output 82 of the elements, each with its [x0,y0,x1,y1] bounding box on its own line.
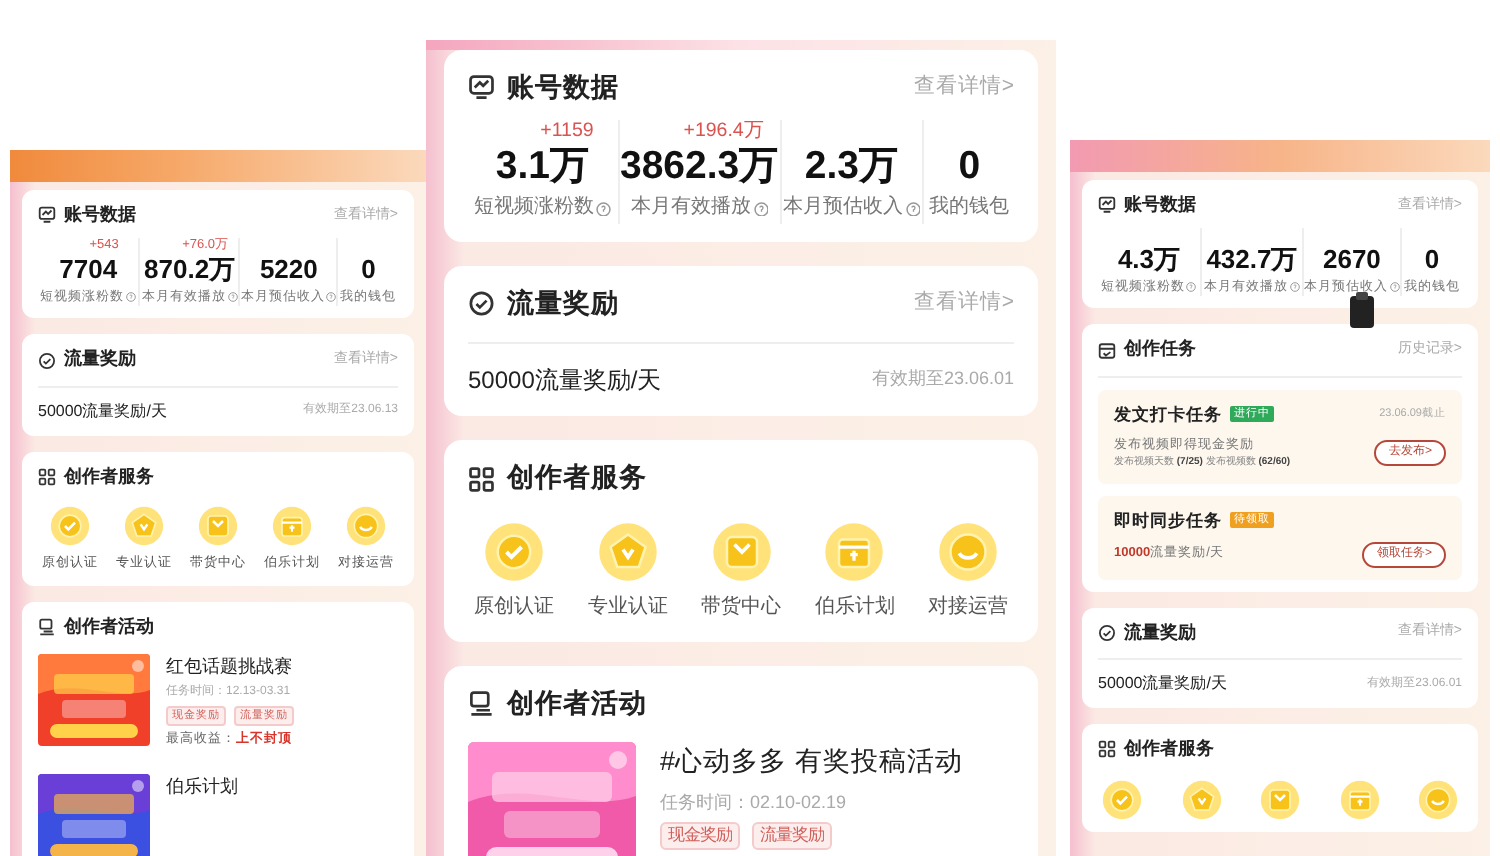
chart-icon [38,206,56,225]
task-icon [1098,341,1116,359]
section-title: 账号数据 [507,69,619,105]
help-icon[interactable] [753,201,769,217]
section-title: 流量奖励 [1124,619,1196,645]
activity-tag: 流量奖励 [752,822,832,851]
stat-value: 3.1万 [495,143,591,189]
help-icon[interactable] [126,291,137,302]
stat-value: 2670 [1322,243,1381,273]
help-icon[interactable] [1289,281,1300,292]
section-title: 流量奖励 [64,346,136,373]
pentagon-badge-icon[interactable] [597,522,658,583]
task-title: 即时同步任务 [1114,507,1222,533]
section-title: 账号数据 [1124,192,1196,218]
check-circle-icon [1098,623,1116,642]
help-icon[interactable] [905,201,921,217]
stat-delta: +1159 [538,119,594,144]
stat-value: 0 [958,143,981,189]
stat-label: 我的钱包 [929,194,1010,223]
stat-value: 432.7万 [1206,243,1298,273]
stat-value: 870.2万 [144,253,236,283]
smile-badge-icon[interactable] [1418,779,1458,819]
check-badge-icon[interactable] [1102,779,1142,819]
check-circle-icon [468,290,495,318]
box-icon[interactable] [1339,779,1379,819]
service-label[interactable]: 带货中心 [701,594,781,624]
section-title: 创作者服务 [1124,736,1214,762]
check-circle-icon [38,351,56,369]
stat-value: 0 [361,253,376,283]
activity-tag: 现金奖励 [660,822,740,851]
chart-icon [1098,196,1116,215]
task-title: 发文打卡任务 [1114,401,1222,427]
reward-text: 50000流量奖励/天 [1098,672,1227,696]
grid-icon [38,468,56,486]
grid-icon [1098,740,1116,759]
service-label[interactable]: 对接运营 [928,594,1008,624]
pentagon-badge-icon[interactable] [124,506,164,547]
bag-icon[interactable] [711,522,771,583]
help-icon[interactable] [326,291,337,302]
box-icon[interactable] [824,522,885,583]
stat-value: 3862.3万 [619,143,780,189]
section-title: 创作者活动 [507,686,647,722]
stat-value: 2.3万 [804,143,900,189]
grid-icon [468,465,495,492]
box-icon[interactable] [272,506,312,547]
check-badge-icon[interactable] [484,522,544,583]
check-badge-icon[interactable] [50,506,90,547]
reward-text: 50000流量奖励/天 [468,364,662,399]
stat-value: 4.3万 [1117,243,1181,273]
stat-value: 0 [1424,243,1440,273]
smile-badge-icon[interactable] [346,506,386,547]
bag-icon[interactable] [198,506,238,547]
section-title: 创作者服务 [507,460,647,497]
activity-title[interactable]: 红包话题挑战赛 [166,653,294,680]
stat-label: 本月有效播放 [630,194,751,223]
stat-value: 5220 [259,253,318,283]
clipboard-icon [1350,292,1374,328]
section-title: 创作者服务 [64,463,154,490]
stat-label: 本月预估收入 [782,194,903,223]
stat-label: 短视频涨粉数 [473,194,594,223]
help-icon[interactable] [596,201,612,217]
stat-delta: +196.4万 [681,119,764,144]
section-title: 账号数据 [64,202,136,228]
service-label[interactable]: 原创认证 [474,594,554,624]
bag-icon[interactable] [1260,779,1300,819]
activity-title[interactable]: 伯乐计划 [166,774,238,801]
service-label[interactable]: 专业认证 [587,594,668,624]
reward-text: 50000流量奖励/天 [38,399,167,424]
chart-icon [468,73,495,101]
smile-badge-icon[interactable] [938,522,998,583]
pentagon-badge-icon[interactable] [1181,779,1221,819]
help-icon[interactable] [1389,281,1400,292]
service-label[interactable]: 伯乐计划 [814,594,895,624]
stat-value: 7704 [59,253,118,283]
section-title: 创作者活动 [64,614,154,640]
activity-time: 任务时间：02.10-02.19 [660,789,849,815]
section-title: 流量奖励 [507,285,619,322]
help-icon[interactable] [227,291,238,302]
expiry-date: 有效期至23.06.01 [871,366,1014,393]
help-icon[interactable] [1186,281,1197,292]
section-title: 创作任务 [1124,336,1196,363]
activity-title[interactable]: #心动多多 有奖投稿活动 [660,742,963,783]
